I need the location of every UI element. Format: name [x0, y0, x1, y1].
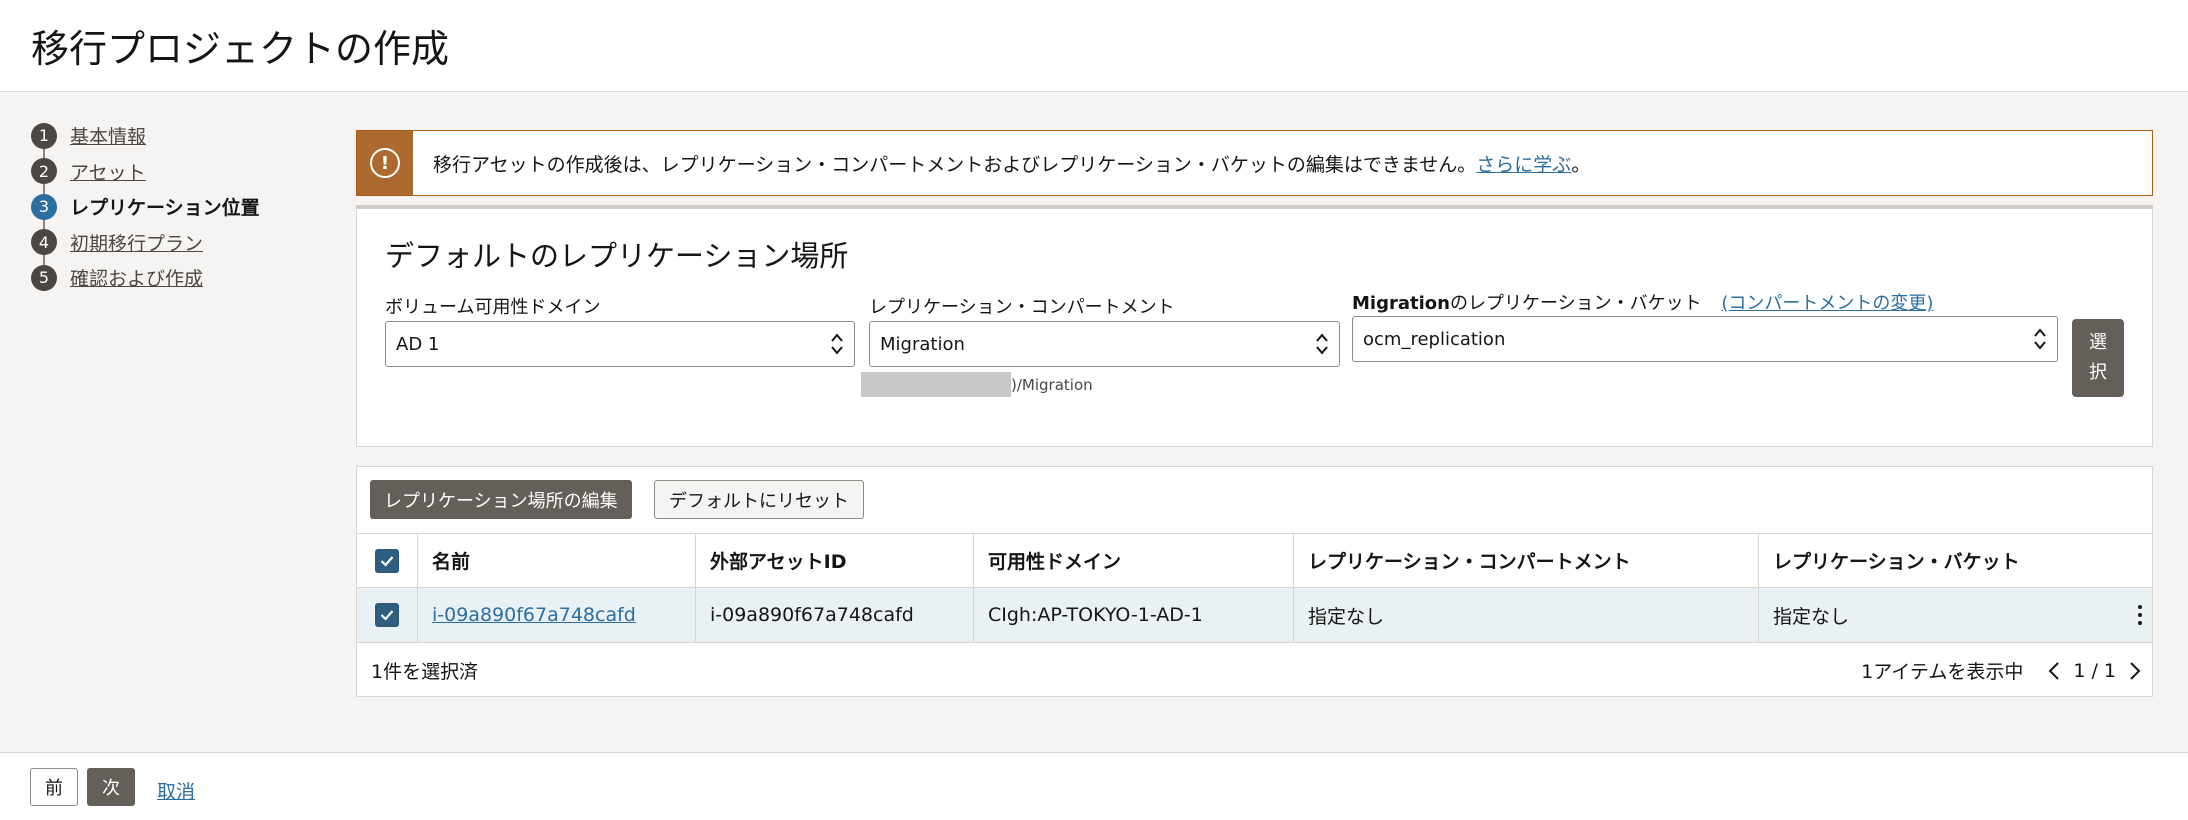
- asset-name-link[interactable]: i-09a890f67a748cafd: [432, 604, 636, 626]
- warning-message: 移行アセットの作成後は、レプリケーション・コンパートメントおよびレプリケーション…: [433, 153, 1477, 176]
- step-label[interactable]: 確認および作成: [70, 264, 203, 291]
- step-label: レプリケーション位置: [70, 197, 260, 220]
- assets-table-panel: レプリケーション場所の編集 デフォルトにリセット 名前 外部アセットID 可用性…: [356, 466, 2153, 697]
- step-label[interactable]: 初期移行プラン: [70, 229, 203, 256]
- step-number: 4: [31, 229, 57, 256]
- ad-select[interactable]: AD 1: [385, 321, 855, 367]
- panel-title: デフォルトのレプリケーション場所: [385, 239, 849, 273]
- bucket-label-bold: Migration: [1352, 293, 1450, 314]
- compartment-select[interactable]: Migration: [869, 321, 1340, 367]
- step-number: 1: [31, 122, 57, 149]
- warning-icon: !: [370, 148, 400, 178]
- select-arrows-icon: [831, 333, 843, 355]
- column-header-bucket[interactable]: レプリケーション・バケット: [1759, 534, 2152, 587]
- check-icon: [380, 555, 394, 567]
- select-arrows-icon: [2034, 328, 2046, 350]
- kebab-menu-icon[interactable]: [2138, 604, 2142, 626]
- row-checkbox[interactable]: [375, 603, 399, 627]
- chevron-left-icon[interactable]: [2047, 661, 2061, 681]
- row-checkbox-cell: [357, 588, 418, 642]
- wizard-steps: 1 基本情報 2 アセット 3 レプリケーション位置 4 初期移行プラン 5 確…: [31, 118, 331, 296]
- compartment-path: )/Migration: [861, 372, 1093, 397]
- step-3: 3 レプリケーション位置: [31, 189, 331, 225]
- learn-more-link[interactable]: さらに学ぶ: [1476, 154, 1571, 176]
- column-header-external-id[interactable]: 外部アセットID: [696, 534, 974, 587]
- reset-default-button[interactable]: デフォルトにリセット: [654, 480, 864, 519]
- redacted-block: [861, 372, 1011, 397]
- bucket-select-value: ocm_replication: [1363, 328, 1506, 350]
- warning-suffix: 。: [1571, 153, 1591, 176]
- step-4[interactable]: 4 初期移行プラン: [31, 225, 331, 261]
- step-label[interactable]: 基本情報: [70, 122, 146, 149]
- check-icon: [380, 610, 394, 621]
- next-button[interactable]: 次: [87, 768, 135, 806]
- default-location-panel: デフォルトのレプリケーション場所 ボリューム可用性ドメイン AD 1 レプリケー…: [356, 205, 2153, 447]
- table-row: i-09a890f67a748cafd i-09a890f67a748cafd …: [357, 588, 2152, 643]
- step-5[interactable]: 5 確認および作成: [31, 260, 331, 296]
- chevron-right-icon[interactable]: [2128, 661, 2142, 681]
- cell-name: i-09a890f67a748cafd: [418, 588, 696, 642]
- select-button-line2: 択: [2089, 362, 2107, 383]
- select-button-line1: 選: [2089, 332, 2107, 353]
- select-all-checkbox[interactable]: [375, 548, 399, 573]
- column-header-compartment[interactable]: レプリケーション・コンパートメント: [1294, 534, 1759, 587]
- page-indicator: 1 / 1: [2073, 659, 2116, 682]
- cell-compartment: 指定なし: [1294, 588, 1759, 642]
- prev-button[interactable]: 前: [30, 768, 78, 806]
- column-header-name[interactable]: 名前: [418, 534, 696, 587]
- step-number: 2: [31, 158, 57, 185]
- cell-ad: CIgh:AP-TOKYO-1-AD-1: [974, 588, 1294, 642]
- table-footer: 1件を選択済 1アイテムを表示中 1 / 1: [357, 643, 2152, 698]
- cell-external-id: i-09a890f67a748cafd: [696, 588, 974, 642]
- table-header: 名前 外部アセットID 可用性ドメイン レプリケーション・コンパートメント レプ…: [357, 533, 2152, 588]
- step-2[interactable]: 2 アセット: [31, 154, 331, 190]
- wizard-footer: 前 次 取消: [0, 752, 2188, 820]
- change-compartment-link[interactable]: (コンパートメントの変更): [1721, 293, 1933, 314]
- pagination: 1アイテムを表示中 1 / 1: [1861, 657, 2142, 684]
- edit-location-button[interactable]: レプリケーション場所の編集: [370, 480, 632, 519]
- selected-count: 1件を選択済: [371, 661, 479, 683]
- step-number: 5: [31, 264, 57, 291]
- compartment-select-value: Migration: [880, 333, 965, 355]
- step-1[interactable]: 1 基本情報: [31, 118, 331, 154]
- cell-bucket: 指定なし: [1759, 588, 2152, 642]
- cell-bucket-value: 指定なし: [1773, 605, 1850, 628]
- ad-select-value: AD 1: [396, 333, 440, 355]
- step-number: 3: [31, 193, 57, 220]
- select-button[interactable]: 選 択: [2072, 319, 2124, 397]
- cancel-link[interactable]: 取消: [157, 777, 195, 804]
- showing-count: 1アイテムを表示中: [1861, 661, 2024, 683]
- page-title: 移行プロジェクトの作成: [31, 27, 450, 71]
- column-header-ad[interactable]: 可用性ドメイン: [974, 534, 1294, 587]
- bucket-label: Migrationのレプリケーション・バケット (コンパートメントの変更): [1352, 289, 1933, 315]
- compartment-path-text: )/Migration: [1011, 375, 1093, 394]
- bucket-label-rest: のレプリケーション・バケット: [1449, 293, 1702, 314]
- step-label[interactable]: アセット: [70, 158, 146, 185]
- warning-banner: ! 移行アセットの作成後は、レプリケーション・コンパートメントおよびレプリケーシ…: [356, 130, 2153, 196]
- header-checkbox-cell: [357, 534, 418, 587]
- warning-text: 移行アセットの作成後は、レプリケーション・コンパートメントおよびレプリケーション…: [433, 150, 1590, 177]
- select-arrows-icon: [1316, 333, 1328, 355]
- ad-label: ボリューム可用性ドメイン: [385, 297, 601, 318]
- page-header: 移行プロジェクトの作成: [0, 0, 2188, 92]
- warning-icon-box: !: [357, 131, 413, 195]
- compartment-label: レプリケーション・コンパートメント: [869, 297, 1175, 318]
- bucket-select[interactable]: ocm_replication: [1352, 316, 2058, 362]
